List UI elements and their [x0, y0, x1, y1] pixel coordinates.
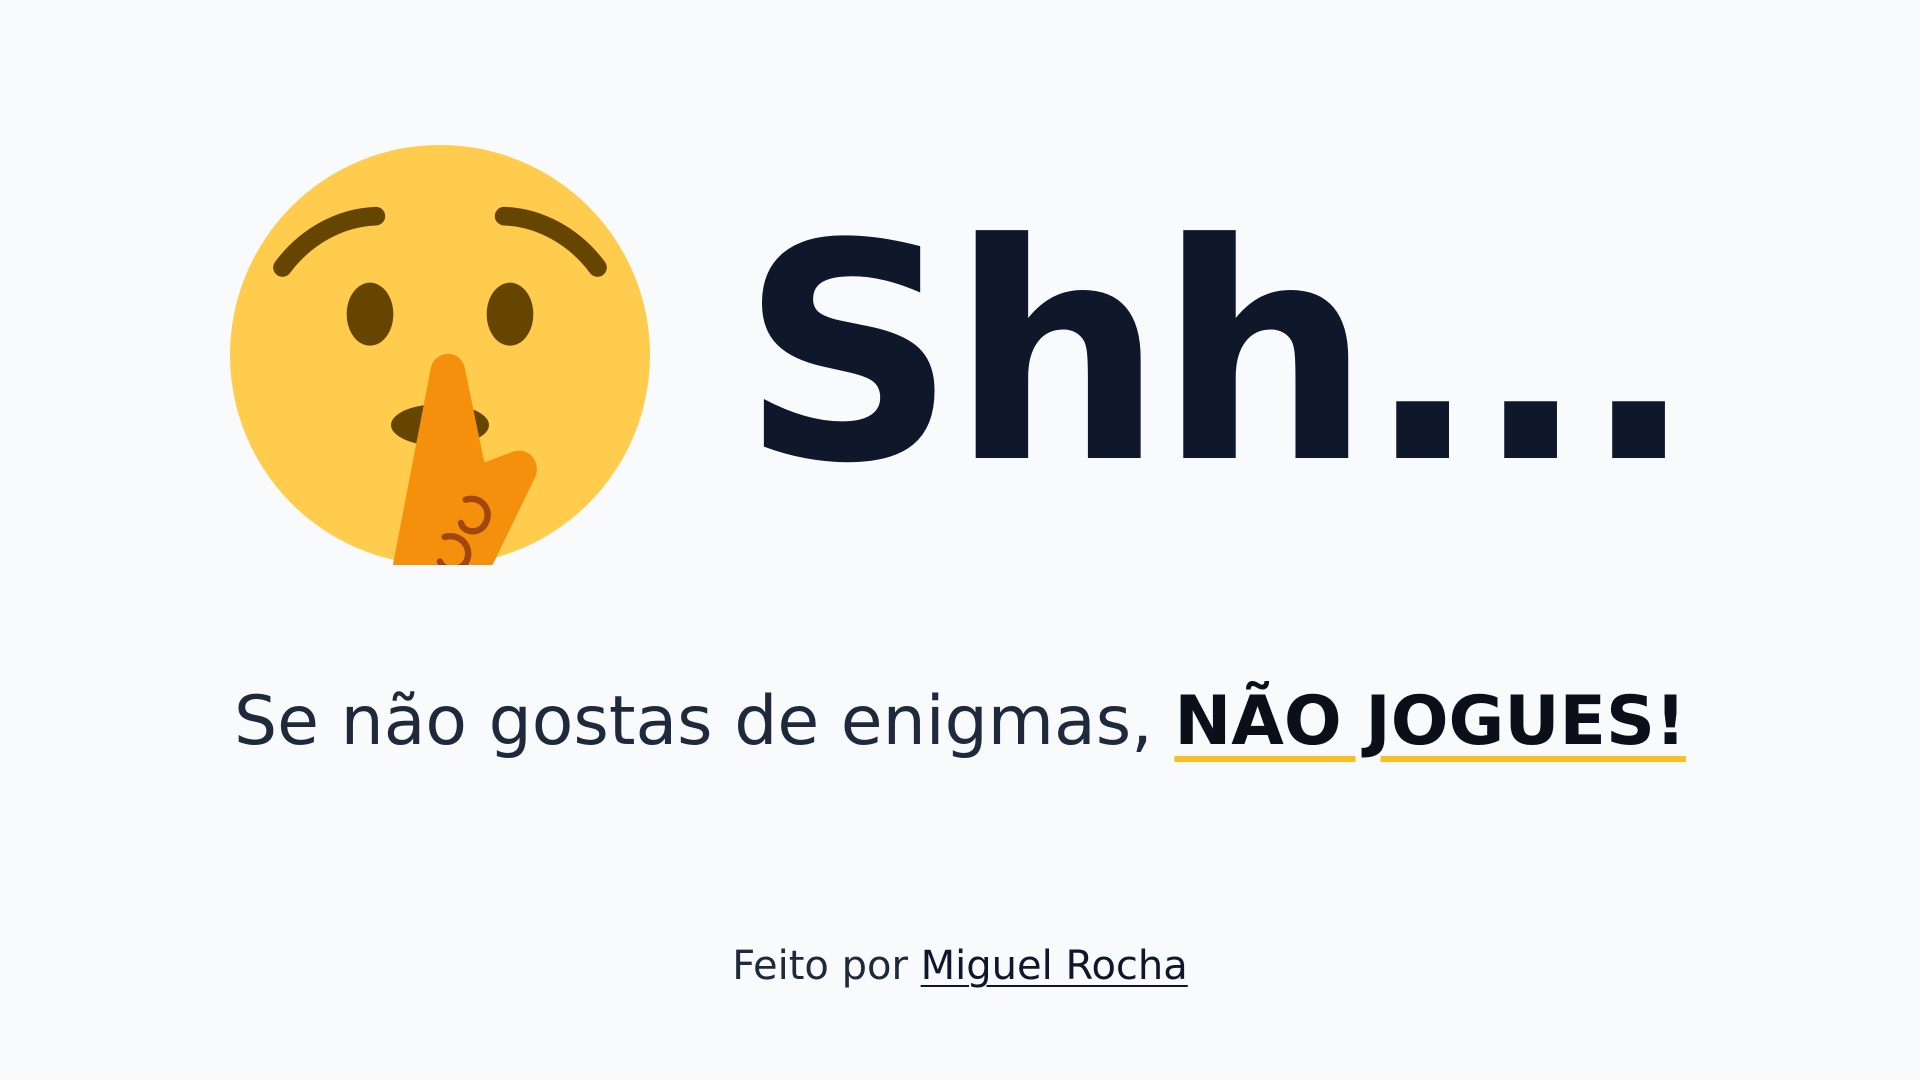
footer: Feito por Miguel Rocha [0, 944, 1920, 988]
page-title: Shh... [740, 180, 1695, 529]
page: Shh... Se não gostas de enigmas, NÃO JOG… [0, 0, 1920, 1080]
subtitle-text: Se não gostas de enigmas, [234, 682, 1175, 761]
shushing-face-icon [230, 145, 651, 565]
subtitle-emphasis: NÃO JOGUES! [1174, 682, 1686, 761]
footer-prefix: Feito por [732, 943, 921, 989]
subtitle: Se não gostas de enigmas, NÃO JOGUES! [0, 682, 1920, 761]
hero: Shh... [0, 145, 1920, 565]
author-link[interactable]: Miguel Rocha [921, 943, 1188, 989]
